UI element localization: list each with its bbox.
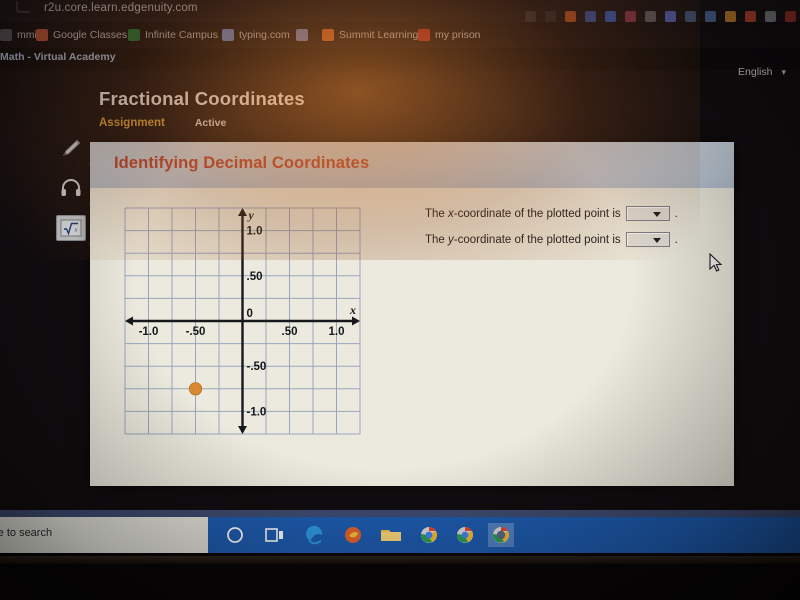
bookmark-item[interactable]: typing.com xyxy=(222,25,290,45)
arrow-icon[interactable] xyxy=(525,10,536,22)
x-coordinate-select[interactable] xyxy=(625,206,670,221)
question-list: The x-coordinate of the plotted point is… xyxy=(425,206,715,258)
bookmark-label: Google Classes xyxy=(53,29,128,41)
chrome-icon[interactable] xyxy=(416,523,442,547)
cortana-icon[interactable] xyxy=(222,523,248,547)
edge-icon[interactable] xyxy=(302,523,328,547)
svg-text:x: x xyxy=(349,303,356,317)
browser-tab-corner xyxy=(16,1,30,13)
bookmark-item[interactable]: mmit xyxy=(0,25,40,45)
star-icon xyxy=(296,29,308,41)
course-bar: Math - Virtual Academy xyxy=(0,48,800,70)
calculator-tool[interactable]: x xyxy=(56,215,98,245)
read-aloud-tool-box xyxy=(56,175,86,201)
svg-text:0: 0 xyxy=(247,308,253,320)
calculator-tool-box: x xyxy=(56,215,86,241)
bookmark-label: my prison xyxy=(435,29,481,41)
infinity-icon[interactable] xyxy=(585,10,596,22)
svg-text:.50: .50 xyxy=(282,326,298,338)
language-selector[interactable]: English ▾ xyxy=(738,66,786,78)
file-explorer-icon[interactable] xyxy=(378,523,404,547)
google-classroom-icon xyxy=(36,29,48,41)
svg-text:1.0: 1.0 xyxy=(247,226,263,238)
course-name: Math - Virtual Academy xyxy=(0,51,116,63)
svg-text:y: y xyxy=(247,208,255,222)
play-icon[interactable] xyxy=(605,10,616,22)
bookmark-item[interactable]: Infinite Campus xyxy=(128,25,218,45)
panel-heading: Identifying Decimal Coordinates xyxy=(114,154,370,172)
data-points xyxy=(188,382,203,396)
card-icon[interactable] xyxy=(665,10,676,22)
my-prison-icon xyxy=(418,29,430,41)
svg-text:-1.0: -1.0 xyxy=(139,326,159,338)
extension-icon-strip xyxy=(525,8,796,24)
bookmark-icon xyxy=(0,29,12,41)
question-row: The x-coordinate of the plotted point is… xyxy=(425,206,715,221)
bag-icon[interactable] xyxy=(725,10,736,22)
svg-text:1.0: 1.0 xyxy=(329,326,345,338)
bookmark-label: Summit Learning xyxy=(339,29,419,41)
chrome-window-active[interactable] xyxy=(488,523,514,547)
coordinate-graph: -1.0 -.50 .50 1.0 1.0 .50 -.50 -1.0 0 x y xyxy=(115,200,370,442)
svg-text:-1.0: -1.0 xyxy=(247,406,267,418)
coordinate-plane-svg: -1.0 -.50 .50 1.0 1.0 .50 -.50 -1.0 0 x y xyxy=(115,200,370,442)
stripes-icon[interactable] xyxy=(685,10,696,22)
mouse-cursor xyxy=(709,253,723,272)
question-text: The x-coordinate of the plotted point is xyxy=(425,207,621,220)
svg-text:-.50: -.50 xyxy=(186,326,206,338)
language-label: English xyxy=(738,66,773,78)
read-aloud-tool[interactable] xyxy=(56,175,98,205)
dots-icon[interactable] xyxy=(545,10,556,22)
bird-icon[interactable] xyxy=(765,10,776,22)
firefox-icon[interactable] xyxy=(340,523,366,547)
svg-text:x: x xyxy=(74,227,78,233)
robot-icon[interactable] xyxy=(625,10,636,22)
pencil-icon xyxy=(63,139,81,156)
bookmark-item[interactable] xyxy=(296,25,308,45)
chrome-icon[interactable] xyxy=(452,523,478,547)
taskbar-search-box[interactable]: re to search xyxy=(0,517,208,553)
square-root-icon: x xyxy=(60,219,82,237)
monitor-photo: r2u.core.learn.edgenuity.com mmit Google … xyxy=(0,0,800,600)
tool-rail: x xyxy=(52,135,98,250)
bookmark-label: typing.com xyxy=(239,29,290,41)
page-title: Fractional Coordinates xyxy=(99,88,305,109)
typing-com-icon xyxy=(222,29,234,41)
infinite-campus-icon xyxy=(128,29,140,41)
plotted-point xyxy=(188,382,203,396)
person-icon[interactable] xyxy=(565,10,576,22)
highlighter-tool-box xyxy=(56,135,86,161)
task-view-icon[interactable] xyxy=(262,523,288,547)
svg-text:.50: .50 xyxy=(247,271,263,283)
bookmark-item[interactable]: Google Classes xyxy=(36,25,127,45)
headphones-icon xyxy=(61,179,81,196)
assignment-type-label: Assignment xyxy=(99,117,165,129)
status-badge: Active xyxy=(194,117,227,129)
warning-icon[interactable] xyxy=(785,10,796,22)
gem-icon[interactable] xyxy=(705,10,716,22)
content-panel: Identifying Decimal Coordinates -1.0 -.50… xyxy=(90,142,734,486)
y-coordinate-select[interactable] xyxy=(625,232,670,247)
taskbar-icon-tray xyxy=(208,517,800,553)
bookmark-item[interactable]: Summit Learning xyxy=(322,25,418,45)
question-text: The y-coordinate of the plotted point is xyxy=(425,233,621,246)
panel-header: Identifying Decimal Coordinates xyxy=(90,142,734,188)
b-icon[interactable] xyxy=(645,10,656,22)
question-row: The y-coordinate of the plotted point is… xyxy=(425,232,715,247)
mushroom-icon[interactable] xyxy=(745,10,756,22)
bookmark-item[interactable]: my prison xyxy=(418,25,481,45)
url-text[interactable]: r2u.core.learn.edgenuity.com xyxy=(44,2,198,14)
svg-text:-.50: -.50 xyxy=(247,361,267,373)
summit-learning-icon xyxy=(322,29,334,41)
highlighter-tool[interactable] xyxy=(56,135,98,165)
bookmarks-bar: mmit Google Classes Infinite Campus typing.… xyxy=(0,22,800,48)
assignment-meta: Assignment Active xyxy=(99,117,226,129)
taskbar-search-placeholder: re to search xyxy=(0,527,53,539)
bookmark-label: Infinite Campus xyxy=(145,29,218,41)
chevron-down-icon: ▾ xyxy=(781,66,786,77)
monitor-bezel xyxy=(0,556,800,564)
taskbar: re to search xyxy=(0,517,800,555)
question-period: . xyxy=(674,207,678,220)
question-period: . xyxy=(674,233,678,246)
